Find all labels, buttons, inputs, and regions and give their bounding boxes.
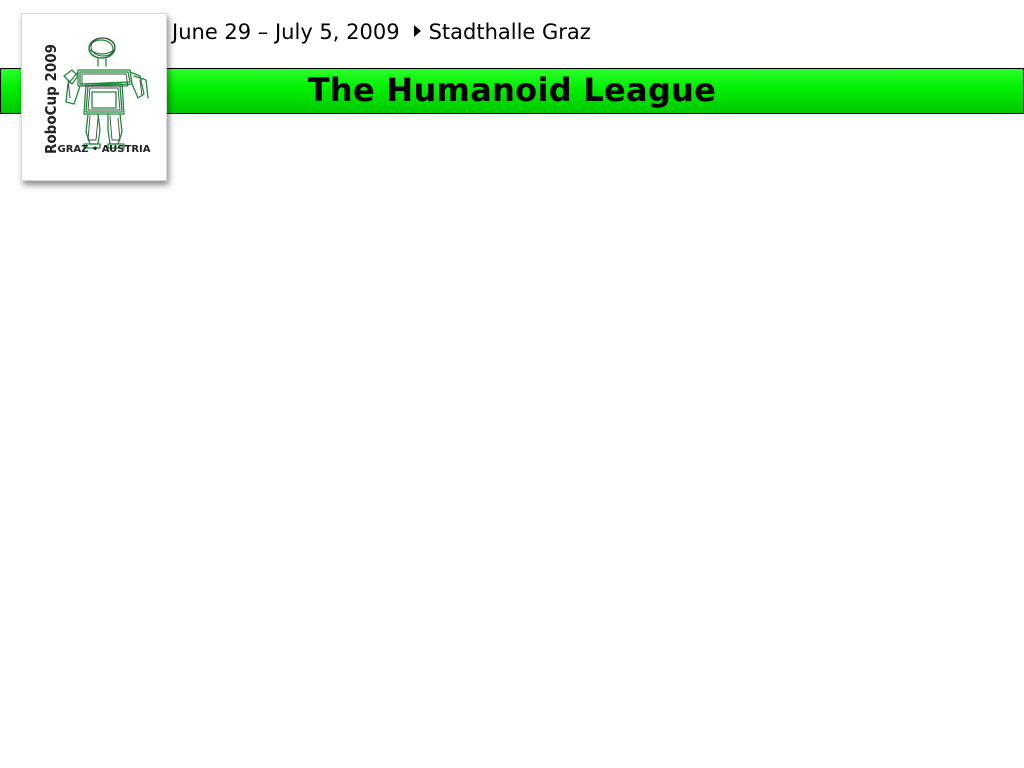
logo-name: RoboCup 2009	[42, 44, 60, 154]
robocup-logo: RoboCup 2009 GRAZ • AUSTRIA	[21, 13, 167, 181]
event-venue: Stadthalle Graz	[428, 20, 591, 44]
slide: June 29 – July 5, 2009 Stadthalle Graz Th…	[0, 0, 1024, 768]
slide-body	[0, 190, 1024, 768]
triangle-bullet-icon	[413, 25, 421, 37]
robot-logo-icon: RoboCup 2009 GRAZ • AUSTRIA	[42, 37, 151, 155]
event-dates: June 29 – July 5, 2009	[172, 20, 400, 44]
logo-location: GRAZ • AUSTRIA	[58, 144, 151, 155]
event-info: June 29 – July 5, 2009 Stadthalle Graz	[172, 20, 591, 44]
